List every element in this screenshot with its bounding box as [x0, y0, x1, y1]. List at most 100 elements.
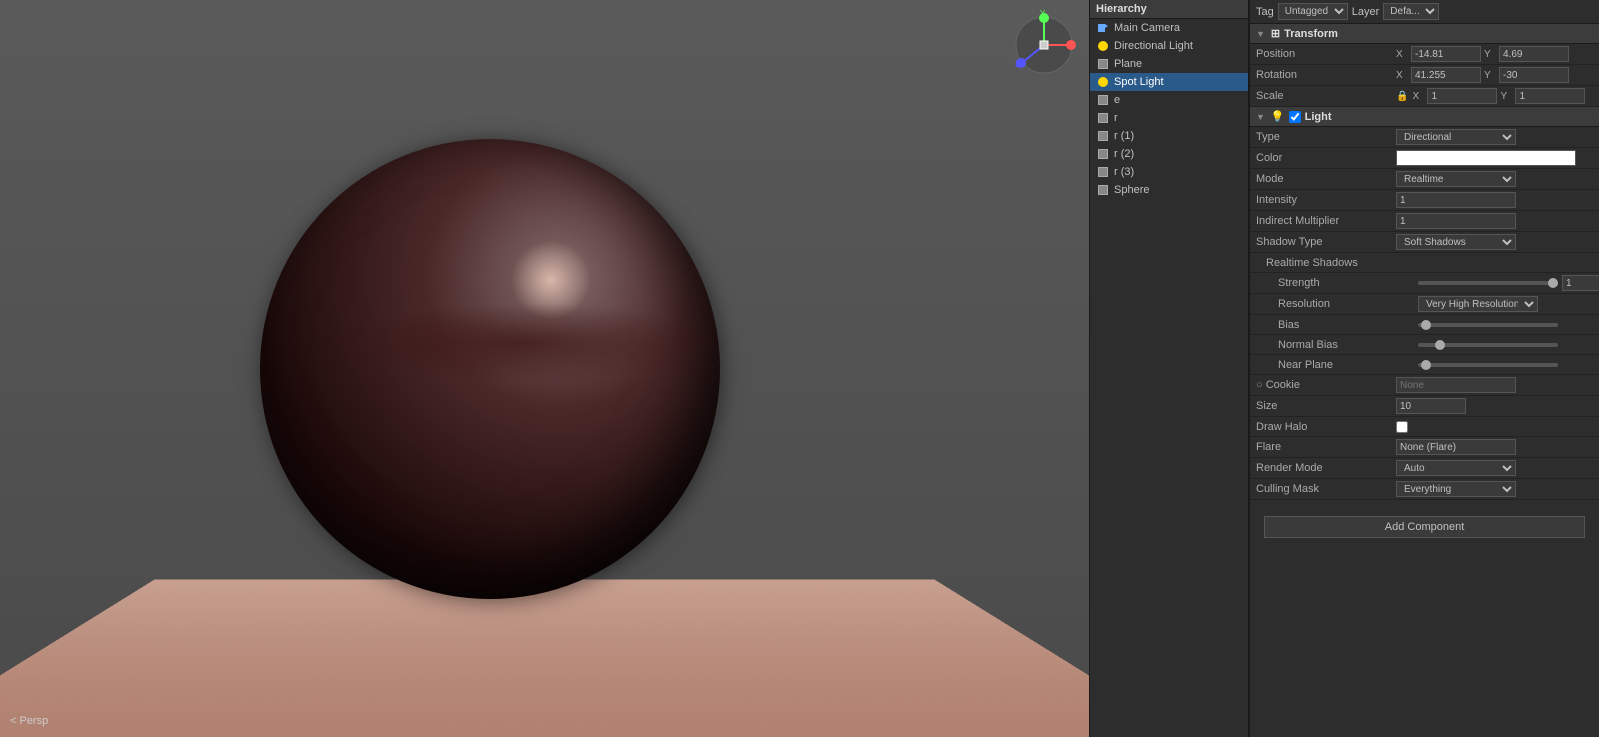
type-select[interactable]: Directional	[1396, 129, 1516, 145]
hierarchy-item-sphere[interactable]: Sphere	[1090, 181, 1248, 199]
scene-gizmo[interactable]: X Y Z	[1009, 10, 1079, 80]
rotation-value: X Y	[1396, 67, 1593, 83]
light-toggle-icon[interactable]: ▼	[1256, 112, 1265, 122]
normal-bias-label: Normal Bias	[1278, 339, 1418, 351]
near-plane-label: Near Plane	[1278, 359, 1418, 371]
svg-text:Y: Y	[1040, 10, 1046, 18]
add-component-button[interactable]: Add Component	[1264, 516, 1585, 538]
hierarchy-item-directional-light[interactable]: Directional Light	[1090, 37, 1248, 55]
tag-select[interactable]: Untagged	[1278, 3, 1348, 20]
rotation-y-input[interactable]	[1499, 67, 1569, 83]
light-draw-halo-row: Draw Halo	[1250, 417, 1599, 437]
bias-slider[interactable]	[1418, 323, 1558, 327]
shadow-type-select[interactable]: Soft Shadows	[1396, 234, 1516, 250]
hierarchy-item-label: Spot Light	[1114, 76, 1164, 88]
floor-plane	[0, 579, 1089, 737]
near-plane-slider[interactable]	[1418, 363, 1558, 367]
cube-icon	[1096, 165, 1110, 179]
position-x-label: X	[1396, 49, 1408, 60]
hierarchy-panel: Hierarchy Main Camera Directional Light …	[1089, 0, 1249, 737]
strength-input[interactable]	[1562, 275, 1599, 291]
transform-toggle-icon[interactable]: ▼	[1256, 29, 1265, 39]
cookie-label: ○ Cookie	[1256, 379, 1396, 391]
scale-row: Scale 🔒 X Y	[1250, 86, 1599, 107]
cube-icon	[1096, 111, 1110, 125]
svg-text:Z: Z	[1015, 60, 1020, 69]
culling-mask-label: Culling Mask	[1256, 483, 1396, 495]
hierarchy-item-plane[interactable]: Plane	[1090, 55, 1248, 73]
transform-label: Transform	[1284, 28, 1338, 40]
light-type-row: Type Directional	[1250, 127, 1599, 148]
cookie-input[interactable]	[1396, 377, 1516, 393]
cube-icon	[1096, 183, 1110, 197]
hierarchy-item-r2[interactable]: r (2)	[1090, 145, 1248, 163]
transform-icon: ⊞	[1271, 27, 1280, 40]
light-strength-row: Strength	[1250, 273, 1599, 294]
hierarchy-item-label: r	[1114, 112, 1118, 124]
viewport[interactable]: X Y Z < Persp	[0, 0, 1089, 737]
flare-label: Flare	[1256, 441, 1396, 453]
hierarchy-item-label: r (2)	[1114, 148, 1134, 160]
light-icon	[1096, 39, 1110, 53]
culling-mask-select[interactable]: Everything	[1396, 481, 1516, 497]
layer-label: Layer	[1352, 6, 1380, 18]
light-shadow-type-row: Shadow Type Soft Shadows	[1250, 232, 1599, 253]
flare-input[interactable]	[1396, 439, 1516, 455]
cube-icon	[1096, 57, 1110, 71]
hierarchy-item-label: Plane	[1114, 58, 1142, 70]
strength-slider[interactable]	[1418, 281, 1558, 285]
hierarchy-item-r[interactable]: r	[1090, 109, 1248, 127]
type-label: Type	[1256, 131, 1396, 143]
hierarchy-item-label: r (1)	[1114, 130, 1134, 142]
bias-label: Bias	[1278, 319, 1418, 331]
cube-icon	[1096, 147, 1110, 161]
draw-halo-label: Draw Halo	[1256, 421, 1396, 433]
hierarchy-header: Hierarchy	[1090, 0, 1248, 19]
hierarchy-item-r1[interactable]: r (1)	[1090, 127, 1248, 145]
realtime-shadows-label: Realtime Shadows	[1266, 257, 1406, 269]
light-mode-row: Mode Realtime	[1250, 169, 1599, 190]
hierarchy-item-r3[interactable]: r (3)	[1090, 163, 1248, 181]
size-input[interactable]	[1396, 398, 1466, 414]
hierarchy-item-main-camera[interactable]: Main Camera	[1090, 19, 1248, 37]
hierarchy-item-label: Main Camera	[1114, 22, 1180, 34]
position-row: Position X Y	[1250, 44, 1599, 65]
mode-select[interactable]: Realtime	[1396, 171, 1516, 187]
persp-label: < Persp	[10, 715, 48, 727]
draw-halo-checkbox[interactable]	[1396, 421, 1408, 433]
rotation-x-input[interactable]	[1411, 67, 1481, 83]
scale-lock-icon: 🔒	[1396, 91, 1408, 102]
normal-bias-slider[interactable]	[1418, 343, 1558, 347]
light-enabled-checkbox[interactable]	[1289, 111, 1301, 123]
light-bias-row: Bias	[1250, 315, 1599, 335]
intensity-input[interactable]	[1396, 192, 1516, 208]
rotation-row: Rotation X Y	[1250, 65, 1599, 86]
light-section-header: ▼ 💡 Light	[1250, 107, 1599, 127]
position-x-input[interactable]	[1411, 46, 1481, 62]
sphere-shadow	[325, 303, 725, 383]
render-mode-select[interactable]: Auto	[1396, 460, 1516, 476]
rotation-y-label: Y	[1484, 70, 1496, 81]
light-cookie-row: ○ Cookie	[1250, 375, 1599, 396]
hierarchy-item-label: Directional Light	[1114, 40, 1193, 52]
light-component-icon: 💡	[1271, 110, 1285, 123]
strength-label: Strength	[1278, 277, 1418, 289]
layer-select[interactable]: Defa...	[1383, 3, 1439, 20]
scale-y-label: Y	[1500, 91, 1512, 102]
scale-y-input[interactable]	[1515, 88, 1585, 104]
inspector-panel: Tag Untagged Layer Defa... ▼ ⊞ Transform…	[1249, 0, 1599, 737]
hierarchy-item-label: Sphere	[1114, 184, 1149, 196]
position-y-label: Y	[1484, 49, 1496, 60]
size-label: Size	[1256, 400, 1396, 412]
hierarchy-item-spot-light[interactable]: Spot Light	[1090, 73, 1248, 91]
position-y-input[interactable]	[1499, 46, 1569, 62]
light-color-row: Color	[1250, 148, 1599, 169]
scale-label: Scale	[1256, 90, 1396, 102]
scale-x-input[interactable]	[1427, 88, 1497, 104]
hierarchy-item-e[interactable]: e	[1090, 91, 1248, 109]
indirect-multiplier-input[interactable]	[1396, 213, 1516, 229]
color-swatch[interactable]	[1396, 150, 1576, 166]
light-render-mode-row: Render Mode Auto	[1250, 458, 1599, 479]
resolution-select[interactable]: Very High Resolution	[1418, 296, 1538, 312]
camera-icon	[1096, 21, 1110, 35]
